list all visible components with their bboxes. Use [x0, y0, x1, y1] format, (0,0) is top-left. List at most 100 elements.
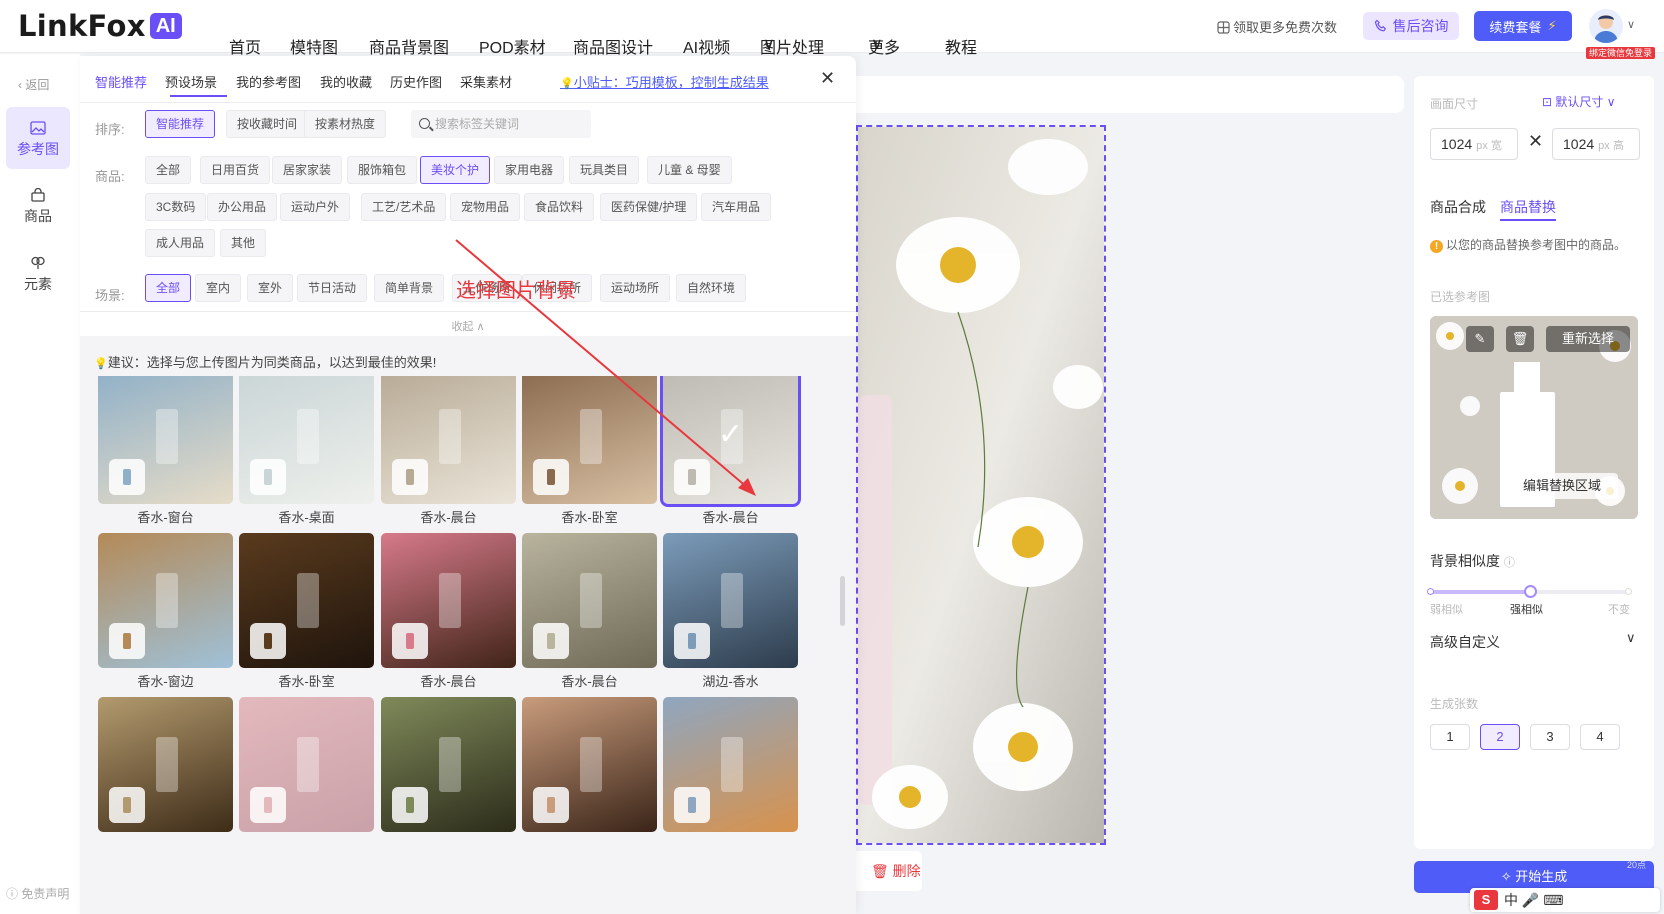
- reference-thumbnail[interactable]: [522, 376, 657, 504]
- tab-my-favorites[interactable]: 我的收藏: [320, 72, 372, 91]
- count-option-1[interactable]: 1: [1430, 724, 1470, 750]
- reference-thumbnail[interactable]: [239, 533, 374, 668]
- scene-chip[interactable]: 简单背景: [374, 274, 445, 302]
- goods-category-chip[interactable]: 办公用品: [207, 193, 278, 221]
- help-icon[interactable]: ⓘ: [1504, 557, 1515, 569]
- perfume-bottle-shape: [439, 409, 461, 464]
- sort-chip[interactable]: 按收藏时间: [226, 110, 309, 138]
- goods-category-chip[interactable]: 居家家装: [272, 156, 343, 184]
- goods-category-chip[interactable]: 美妆个护: [420, 156, 491, 184]
- product-canvas[interactable]: [856, 125, 1106, 845]
- keyboard-icon[interactable]: ⌨: [1543, 892, 1563, 908]
- goods-category-chip[interactable]: 汽车用品: [701, 193, 772, 221]
- goods-category-chip[interactable]: 家用电器: [494, 156, 565, 184]
- goods-category-chip[interactable]: 全部: [145, 156, 192, 184]
- count-option-2[interactable]: 2: [1480, 724, 1520, 750]
- reference-thumbnail[interactable]: [522, 533, 657, 668]
- perfume-bottle-shape: [721, 737, 743, 792]
- tag-search-input[interactable]: 搜索标签关键词: [411, 110, 591, 138]
- tab-preset-scene[interactable]: 预设场景: [165, 72, 217, 91]
- goods-category-chip[interactable]: 玩具类目: [569, 156, 640, 184]
- slider-handle[interactable]: [1524, 585, 1537, 598]
- tab-product-replace[interactable]: 商品替换: [1500, 197, 1556, 221]
- scene-chip[interactable]: 自然环境: [676, 274, 747, 302]
- sort-chip[interactable]: 按素材热度: [304, 110, 387, 138]
- renew-plan-button[interactable]: 续费套餐 ⚡: [1474, 11, 1572, 41]
- goods-category-chip[interactable]: 运动户外: [280, 193, 351, 221]
- goods-category-chip[interactable]: 日用百货: [200, 156, 271, 184]
- scene-chip[interactable]: 全部: [145, 274, 192, 302]
- close-icon[interactable]: ✕: [820, 68, 835, 89]
- reference-thumbnail[interactable]: [522, 697, 657, 832]
- edit-icon[interactable]: ✎: [1466, 326, 1494, 352]
- goods-category-chip[interactable]: 工艺/艺术品: [361, 193, 447, 221]
- goods-category-chip[interactable]: 宠物用品: [450, 193, 521, 221]
- ime-toolbar[interactable]: S中 🎤 ⌨: [1470, 888, 1660, 912]
- scene-chip[interactable]: 节日活动: [297, 274, 368, 302]
- perfume-bottle-shape: [156, 573, 178, 628]
- count-option-3[interactable]: 3: [1530, 724, 1570, 750]
- reference-thumbnail[interactable]: [381, 533, 516, 668]
- scene-chip[interactable]: 运动场所: [600, 274, 671, 302]
- similarity-slider[interactable]: [1427, 585, 1632, 598]
- mic-icon[interactable]: 🎤: [1522, 892, 1539, 908]
- tab-smart-recommend[interactable]: 智能推荐: [95, 72, 147, 91]
- count-option-4[interactable]: 4: [1580, 724, 1620, 750]
- reference-thumbnail[interactable]: [381, 697, 516, 832]
- disclaimer-link[interactable]: ⓘ 免责声明: [6, 885, 69, 902]
- height-input[interactable]: 1024 px 高: [1552, 128, 1640, 160]
- chevron-down-icon[interactable]: ∨: [1626, 630, 1636, 646]
- sidebar-item-product[interactable]: 商品: [6, 174, 70, 236]
- scene-chip[interactable]: 室外: [247, 274, 294, 302]
- edit-replace-area-button[interactable]: 编辑替换区域: [1506, 473, 1618, 499]
- advanced-settings-toggle[interactable]: 高级自定义: [1430, 632, 1500, 652]
- tab-collected[interactable]: 采集素材: [460, 72, 512, 91]
- collapse-button[interactable]: 收起 ∧: [80, 318, 856, 334]
- sidebar-item-element[interactable]: 元素: [6, 242, 70, 304]
- reference-thumbnail[interactable]: [98, 376, 233, 504]
- product-thumb-badge: [533, 787, 569, 823]
- chevron-down-icon[interactable]: ∨: [1627, 18, 1635, 31]
- trash-icon[interactable]: 🗑: [1506, 326, 1534, 352]
- tab-product-compose[interactable]: 商品合成: [1430, 197, 1486, 217]
- goods-category-chip[interactable]: 儿童 & 母婴: [647, 156, 732, 184]
- reference-thumbnail[interactable]: [663, 697, 798, 832]
- sidebar-item-reference[interactable]: 参考图: [6, 107, 70, 169]
- goods-category-chip[interactable]: 食品饮料: [524, 193, 595, 221]
- tab-history[interactable]: 历史作图: [390, 72, 442, 91]
- logo[interactable]: LinkFox AI: [18, 9, 182, 43]
- sort-chip[interactable]: 智能推荐: [145, 110, 216, 138]
- scene-chip[interactable]: 室内: [195, 274, 242, 302]
- width-input[interactable]: 1024 px 宽: [1430, 128, 1518, 160]
- goods-category-chip[interactable]: 成人用品: [145, 229, 216, 257]
- bind-wechat-tag[interactable]: 绑定微信免登录: [1586, 47, 1656, 59]
- delete-button[interactable]: 🗑 删除: [856, 851, 922, 891]
- reference-thumbnail[interactable]: [239, 376, 374, 504]
- reference-thumbnail[interactable]: [98, 533, 233, 668]
- default-size-select[interactable]: ⊡ 默认尺寸 ∨: [1542, 93, 1616, 110]
- free-credits-link[interactable]: 领取更多免费次数: [1217, 17, 1337, 36]
- goods-category-chip[interactable]: 3C数码: [145, 193, 207, 221]
- reference-thumbnail[interactable]: [239, 697, 374, 832]
- product-thumb-badge: [392, 623, 428, 659]
- goods-category-chip[interactable]: 医药保健/护理: [600, 193, 698, 221]
- reference-thumbnail[interactable]: ✓: [660, 376, 801, 507]
- goods-category-chip[interactable]: 其他: [220, 229, 267, 257]
- product-thumb-badge: [674, 459, 710, 495]
- avatar[interactable]: [1589, 9, 1623, 43]
- reselect-button[interactable]: 重新选择: [1546, 326, 1630, 352]
- perfume-icon: [264, 797, 272, 813]
- reference-caption: 香水-桌面: [278, 510, 335, 525]
- consult-button[interactable]: 售后咨询: [1363, 12, 1459, 40]
- reference-caption: 香水-晨台: [420, 510, 477, 525]
- reference-thumbnail[interactable]: [98, 697, 233, 832]
- reference-thumbnail[interactable]: [381, 376, 516, 504]
- back-link[interactable]: ‹ 返回: [18, 76, 49, 93]
- perfume-icon: [688, 797, 696, 813]
- goods-category-chip[interactable]: 服饰箱包: [347, 156, 418, 184]
- tab-my-reference[interactable]: 我的参考图: [236, 72, 301, 91]
- scrollbar[interactable]: [840, 576, 845, 626]
- reference-caption: 香水-晨台: [702, 510, 759, 525]
- reference-thumbnail[interactable]: [663, 533, 798, 668]
- tip-link[interactable]: 💡小贴士：巧用模板，控制生成结果: [560, 72, 769, 91]
